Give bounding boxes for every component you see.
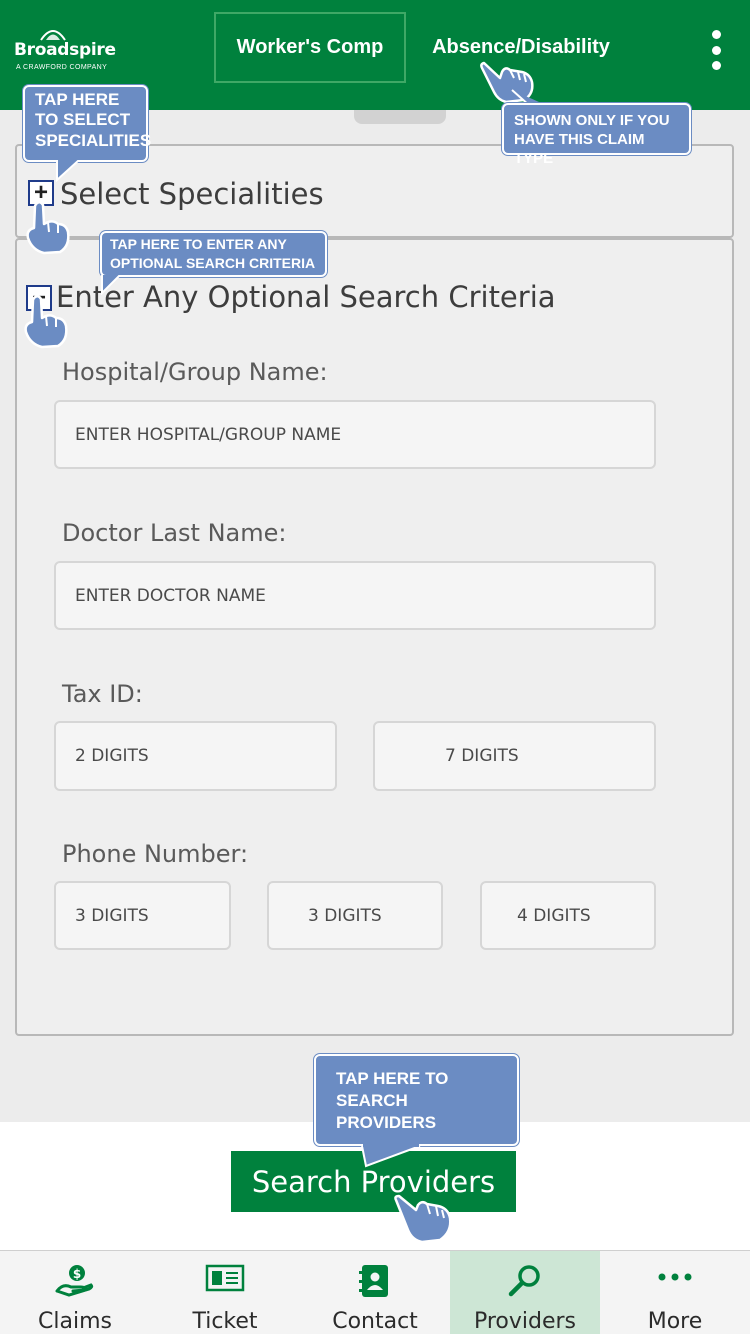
nav-item-contact[interactable]: Contact <box>300 1251 450 1334</box>
pointing-hand-icon <box>24 295 68 349</box>
hospital-label: Hospital/Group Name: <box>62 358 328 386</box>
callout-specialities-text: TAP HERE TO SELECT SPECIALITIES <box>35 90 152 150</box>
doctor-label: Doctor Last Name: <box>62 519 287 547</box>
callout-tail <box>56 160 80 182</box>
drag-handle[interactable] <box>354 110 446 124</box>
phone-prefix-input[interactable]: 3 DIGITS <box>267 881 443 950</box>
broadspire-logo[interactable]: Broadspire A CRAWFORD COMPANY <box>14 26 124 78</box>
optional-criteria-title[interactable]: Enter Any Optional Search Criteria <box>56 280 556 314</box>
contact-book-icon <box>359 1265 388 1297</box>
phone-label: Phone Number: <box>62 840 249 868</box>
tax-id-label: Tax ID: <box>62 680 143 708</box>
ticket-icon <box>205 1264 245 1292</box>
callout-tail <box>361 1138 421 1168</box>
callout-tail <box>101 275 121 295</box>
pointing-hand-icon <box>394 1194 452 1244</box>
nav-item-providers[interactable]: Providers <box>450 1251 600 1334</box>
hospital-input[interactable]: ENTER HOSPITAL/GROUP NAME <box>54 400 656 469</box>
bottom-nav: $ Claims Ticket Contact Providers More <box>0 1250 750 1334</box>
callout-optional-criteria-text: TAP HERE TO ENTER ANY OPTIONAL SEARCH CR… <box>110 236 316 271</box>
doctor-input[interactable]: ENTER DOCTOR NAME <box>54 561 656 630</box>
phone-line-input[interactable]: 4 DIGITS <box>480 881 656 950</box>
pointing-hand-icon <box>26 201 70 255</box>
nav-item-claims[interactable]: $ Claims <box>0 1251 150 1334</box>
callout-search-providers-text: TAP HERE TO SEARCH PROVIDERS <box>336 1069 449 1133</box>
nav-label-claims: Claims <box>38 1309 112 1334</box>
nav-label-more: More <box>647 1309 703 1334</box>
nav-label-contact: Contact <box>332 1309 418 1334</box>
nav-item-ticket[interactable]: Ticket <box>150 1251 300 1334</box>
tab-workers-comp[interactable]: Worker's Comp <box>214 12 406 83</box>
callout-specialities: TAP HERE TO SELECT SPECIALITIES <box>23 85 152 162</box>
callout-claim-type-note: SHOWN ONLY IF YOU HAVE THIS CLAIM TYPE <box>502 103 691 167</box>
callout-optional-criteria: TAP HERE TO ENTER ANY OPTIONAL SEARCH CR… <box>100 231 327 277</box>
tax-id-part2-input[interactable]: 7 DIGITS <box>373 721 656 791</box>
more-dots-icon <box>658 1273 692 1281</box>
dollar-hand-icon: $ <box>55 1265 94 1297</box>
logo-tagline: A CRAWFORD COMPANY <box>16 64 108 71</box>
more-vertical-icon[interactable] <box>704 30 728 70</box>
nav-label-ticket: Ticket <box>192 1309 258 1334</box>
nav-label-providers: Providers <box>473 1309 577 1334</box>
svg-text:$: $ <box>73 1267 81 1281</box>
search-icon <box>508 1265 540 1297</box>
callout-claim-type-text: SHOWN ONLY IF YOU HAVE THIS CLAIM TYPE <box>514 112 670 167</box>
specialities-title[interactable]: Select Specialities <box>60 177 324 211</box>
logo-name: Broadspire <box>14 40 116 60</box>
tax-id-part1-input[interactable]: 2 DIGITS <box>54 721 337 791</box>
phone-area-code-input[interactable]: 3 DIGITS <box>54 881 231 950</box>
nav-item-more[interactable]: More <box>600 1251 750 1334</box>
